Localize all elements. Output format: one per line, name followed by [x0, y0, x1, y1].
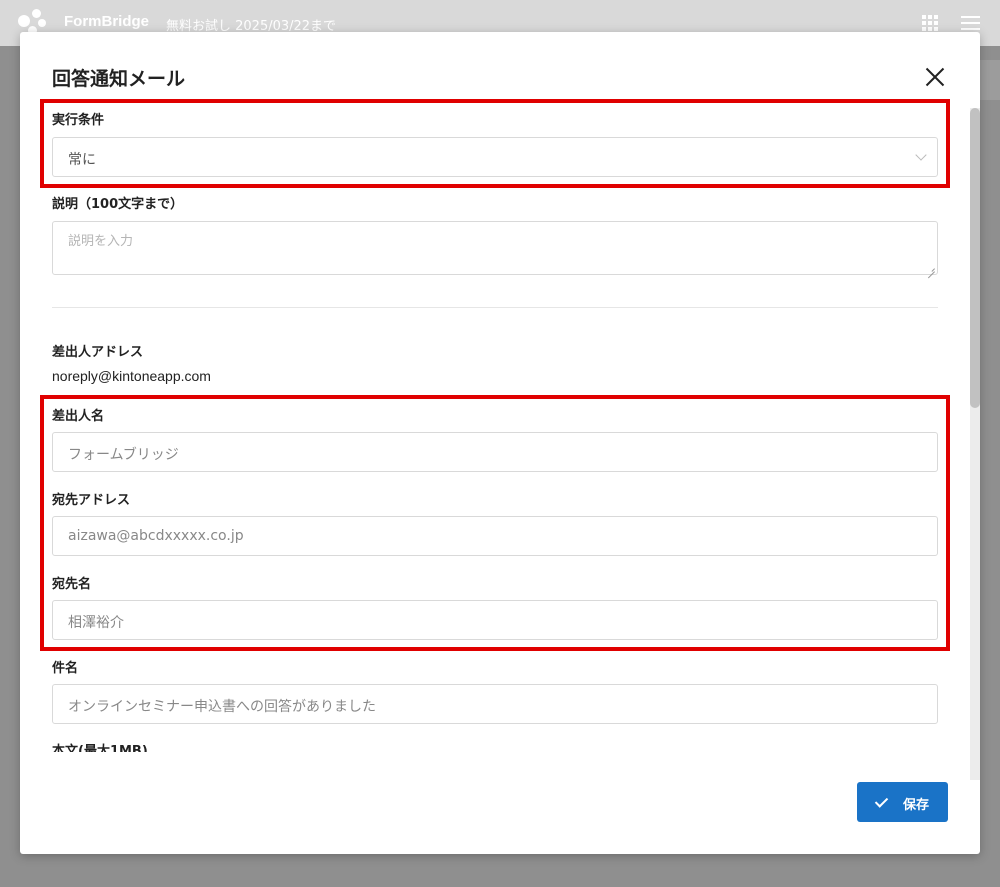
apps-grid-icon[interactable] [922, 15, 939, 32]
sender-address-value: noreply@kintoneapp.com [52, 368, 211, 384]
sender-address-label: 差出人アドレス [52, 345, 144, 360]
subject-value: オンラインセミナー申込書への回答がありました [68, 699, 376, 715]
dialog-title: 回答通知メール [52, 68, 186, 90]
app-name: FormBridge [64, 13, 150, 30]
highlight-box-condition [40, 99, 950, 188]
body-label: 本文(最大1MB) [52, 744, 148, 752]
scrollbar-thumb[interactable] [970, 108, 980, 408]
description-textarea[interactable]: 説明を入力 [52, 221, 938, 279]
notification-mail-dialog: 回答通知メール 実行条件 常に 説明（100文字まで） 説明を入力 差出人アドレ… [20, 32, 980, 854]
section-divider [52, 307, 938, 308]
background-panel-edge [980, 60, 1000, 100]
subject-label: 件名 [52, 661, 79, 676]
save-button[interactable]: 保存 [857, 782, 948, 822]
description-placeholder: 説明を入力 [68, 234, 134, 249]
description-label: 説明（100文字まで） [52, 197, 184, 212]
subject-input[interactable]: オンラインセミナー申込書への回答がありました [52, 684, 938, 724]
save-button-label: 保存 [903, 798, 930, 813]
close-icon[interactable] [924, 66, 946, 88]
check-icon [874, 794, 889, 808]
highlight-box-recipient [40, 395, 950, 651]
hamburger-menu-icon[interactable] [961, 16, 980, 31]
resize-grip-icon[interactable] [927, 264, 935, 279]
body-label-clip: 本文(最大1MB) [20, 732, 960, 752]
